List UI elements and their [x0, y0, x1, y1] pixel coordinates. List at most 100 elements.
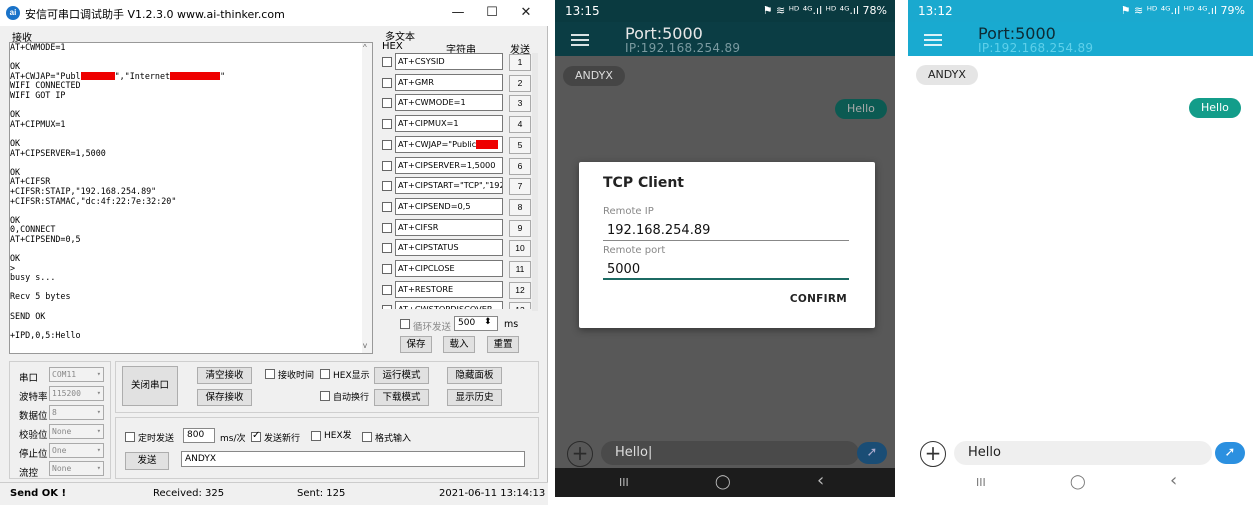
back-icon[interactable]: ‹ [817, 470, 824, 491]
save-multitext-button[interactable]: 保存 [400, 336, 432, 353]
databits-select[interactable]: 8 ▾ [49, 405, 104, 420]
hex-checkbox[interactable] [382, 160, 392, 171]
hex-checkbox[interactable] [382, 139, 392, 150]
hex-checkbox[interactable] [382, 98, 392, 109]
send-row-button[interactable]: 11 [509, 261, 531, 278]
hex-display-checkbox[interactable] [320, 369, 330, 379]
send-button[interactable]: 发送 [125, 452, 169, 470]
send-row-button[interactable]: 3 [509, 95, 531, 113]
remote-ip-input[interactable]: 192.168.254.89 [607, 223, 710, 238]
send-row-button[interactable]: 4 [509, 116, 531, 134]
send-row-button[interactable]: 1 [509, 54, 531, 71]
show-history-button[interactable]: 显示历史 [447, 389, 502, 406]
maximize-button[interactable]: ☐ [477, 3, 507, 23]
hex-checkbox[interactable] [382, 284, 392, 295]
confirm-button[interactable]: CONFIRM [790, 293, 847, 305]
save-receive-button[interactable]: 保存接收 [197, 389, 252, 406]
loop-send-checkbox[interactable] [400, 319, 410, 329]
hex-checkbox[interactable] [382, 201, 392, 212]
multi-text-input[interactable]: AT+CWMODE=1 [395, 94, 503, 112]
loop-interval-stepper-icon[interactable]: ⬍ [484, 317, 492, 327]
remote-port-underline [603, 278, 849, 280]
send-row-button[interactable]: 10 [509, 240, 531, 258]
scroll-up-icon[interactable]: ^ [363, 43, 367, 52]
parity-select[interactable]: None ▾ [49, 424, 104, 439]
baud-select[interactable]: 115200 ▾ [49, 386, 104, 401]
hex-checkbox[interactable] [382, 181, 392, 192]
scroll-down-icon[interactable]: v [363, 341, 367, 350]
receive-line [10, 158, 372, 168]
remote-port-input[interactable]: 5000 [607, 262, 640, 277]
multi-text-input[interactable]: AT+CIFSR [395, 218, 503, 236]
sent-message: Hello [1189, 98, 1241, 118]
send-row-button[interactable]: 9 [509, 219, 531, 237]
menu-icon[interactable] [924, 34, 942, 46]
multi-text-input[interactable]: AT+CWSTOPDISCOVER [395, 301, 503, 310]
title-bar: ai 安信可串口调试助手 V1.2.3.0 www.ai-thinker.com… [0, 0, 548, 26]
send-icon[interactable]: ➚ [1215, 442, 1245, 464]
format-input-checkbox[interactable] [362, 432, 372, 442]
receive-scrollbar[interactable]: ^ v [362, 43, 372, 353]
hex-checkbox[interactable] [382, 57, 392, 67]
menu-icon[interactable] [571, 34, 589, 46]
send-row-button[interactable]: 6 [509, 157, 531, 175]
port-select[interactable]: COM11 ▾ [49, 367, 104, 382]
receive-line: Recv 5 bytes [10, 291, 71, 302]
multi-text-input[interactable]: AT+CSYSID [395, 53, 503, 70]
timed-send-checkbox[interactable] [125, 432, 135, 442]
reset-multitext-button[interactable]: 重置 [487, 336, 519, 353]
multi-text-input[interactable]: AT+CIPCLOSE [395, 260, 503, 277]
timed-interval-input[interactable]: 800 [183, 428, 215, 443]
clear-receive-button[interactable]: 清空接收 [197, 367, 252, 384]
status-bar: 13:12 ⚑ ≋ ᴴᴰ ⁴ᴳ.ıl ᴴᴰ ⁴ᴳ.ıl 79% [908, 0, 1253, 22]
run-mode-button[interactable]: 运行模式 [374, 367, 429, 384]
recv-time-checkbox[interactable] [265, 369, 275, 379]
flow-select[interactable]: None ▾ [49, 461, 104, 476]
add-icon[interactable]: + [920, 441, 946, 467]
multi-text-input[interactable]: AT+RESTORE [395, 280, 503, 298]
multi-text-input[interactable]: AT+CIPSTATUS [395, 239, 503, 257]
multi-text-input[interactable]: AT+CIPSEND=0,5 [395, 197, 503, 215]
multi-text-input[interactable]: AT+CIPSERVER=1,5000 [395, 156, 503, 174]
send-row-button[interactable]: 12 [509, 281, 531, 299]
multi-text-input[interactable]: AT+CIPSTART="TCP","192 [395, 177, 503, 195]
send-row-button[interactable]: 7 [509, 178, 531, 196]
back-icon[interactable]: ‹ [1170, 470, 1177, 491]
hex-checkbox[interactable] [382, 305, 392, 310]
hex-send-checkbox[interactable] [311, 431, 321, 441]
home-icon[interactable]: ◯ [715, 474, 731, 490]
multi-text-input[interactable]: AT+CIPMUX=1 [395, 115, 503, 133]
send-row-button[interactable]: 13 [509, 302, 531, 310]
send-text-input[interactable]: ANDYX [181, 451, 525, 467]
hex-checkbox[interactable] [382, 222, 392, 233]
receive-textarea[interactable]: AT+CWMODE=1 OK AT+CWJAP="Publ ","Internet " W… [9, 42, 373, 354]
message-input[interactable]: Hello| [601, 441, 859, 465]
multi-text-input[interactable]: AT+GMR [395, 73, 503, 91]
send-row-button[interactable]: 5 [509, 136, 531, 154]
send-row-button[interactable]: 2 [509, 74, 531, 92]
add-icon[interactable]: + [567, 441, 593, 467]
hide-panel-button[interactable]: 隐藏面板 [447, 367, 502, 384]
hex-checkbox[interactable] [382, 243, 392, 254]
send-row-button[interactable]: 8 [509, 198, 531, 216]
auto-wrap-checkbox[interactable] [320, 391, 330, 401]
stopbits-select[interactable]: One ▾ [49, 443, 104, 458]
download-mode-button[interactable]: 下载模式 [374, 389, 429, 406]
minimize-button[interactable]: — [443, 3, 473, 23]
recents-icon[interactable]: III [976, 476, 986, 489]
hex-checkbox[interactable] [382, 264, 392, 274]
close-button[interactable]: ✕ [511, 3, 541, 23]
recents-icon[interactable]: III [619, 476, 629, 489]
send-icon[interactable]: ➚ [857, 442, 887, 464]
message-input[interactable]: Hello [954, 441, 1212, 465]
home-icon[interactable]: ◯ [1070, 474, 1086, 490]
send-newline-checkbox[interactable] [251, 430, 261, 442]
hex-checkbox[interactable] [382, 119, 392, 130]
close-port-button[interactable]: 关闭串口 [122, 366, 178, 406]
multi-text-input[interactable]: AT+CWJAP="Public [395, 135, 503, 153]
multi-text-scrollbar[interactable] [532, 53, 538, 311]
dialog-title: TCP Client [603, 175, 684, 191]
status-icons: ⚑ ≋ ᴴᴰ ⁴ᴳ.ıl ᴴᴰ ⁴ᴳ.ıl 79% [1120, 4, 1245, 17]
hex-checkbox[interactable] [382, 77, 392, 88]
load-multitext-button[interactable]: 载入 [443, 336, 475, 353]
